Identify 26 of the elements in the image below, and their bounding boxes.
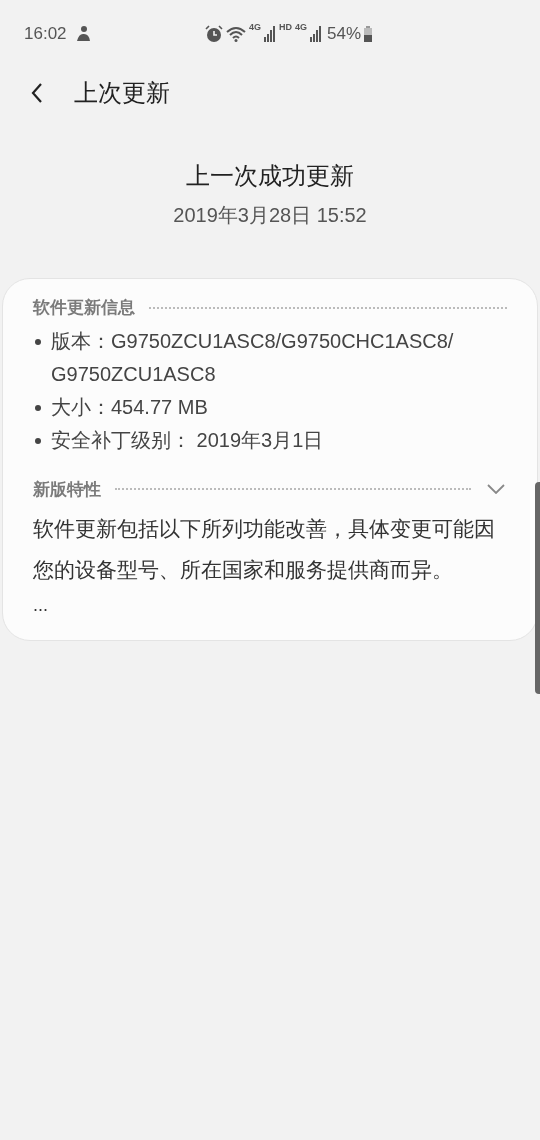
- chevron-down-icon: [487, 484, 505, 495]
- bullet-icon: [35, 404, 41, 411]
- description-text: 软件更新包括以下所列功能改善，具体变更可能因您的设备型号、所在国家和服务提供商而异。: [33, 516, 496, 583]
- info-item: 安全补丁级别： 2019年3月1日: [51, 427, 325, 453]
- info-item: 大小：454.77 MB: [51, 394, 209, 420]
- section-heading: 新版特性: [33, 478, 101, 501]
- info-item: 版本：G9750ZCU1ASC8/G9750CHC1ASC8/G9750ZCU1ASC8: [51, 328, 455, 387]
- back-icon: [31, 82, 43, 104]
- bullet-icon: [35, 338, 41, 345]
- network-label: 4G: [248, 23, 261, 33]
- network-label: HD: [278, 23, 292, 33]
- summary-title: 上一次成功更新: [186, 161, 354, 191]
- more-text: ...: [33, 594, 49, 617]
- page-title: 上次更新: [74, 78, 170, 108]
- network-label: 4G: [294, 23, 307, 33]
- update-date: 2019年3月28日 15:52: [173, 203, 367, 228]
- wifi-icon: [225, 26, 246, 42]
- clock-text: 16:02: [24, 23, 67, 46]
- signal-icon: [263, 26, 276, 42]
- battery-percent: 54%: [326, 23, 361, 46]
- alarm-icon: [204, 25, 223, 43]
- battery-icon: [364, 26, 372, 42]
- person-icon: [74, 25, 91, 43]
- section-heading: 软件更新信息: [33, 297, 135, 319]
- signal-icon: [309, 26, 322, 42]
- bullet-icon: [35, 437, 41, 444]
